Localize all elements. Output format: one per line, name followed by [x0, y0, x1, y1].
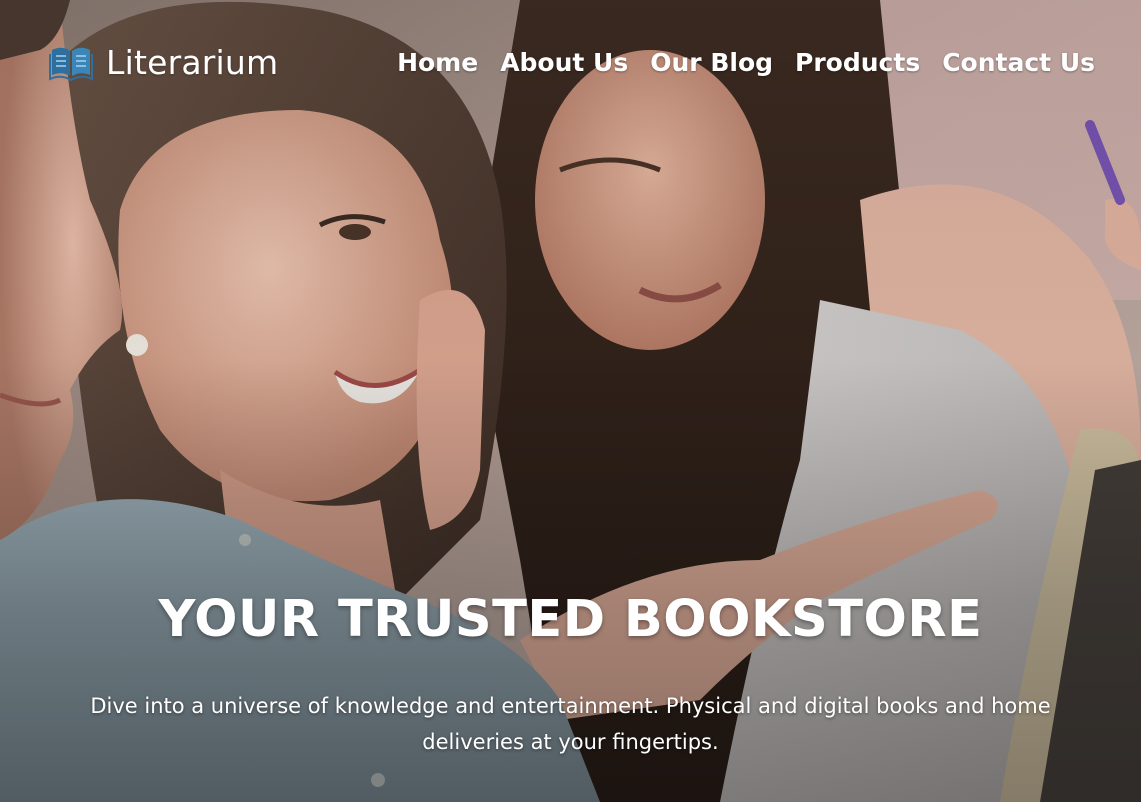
brand[interactable]: Literarium — [48, 38, 278, 86]
open-book-icon — [49, 47, 93, 82]
nav-item-our-blog[interactable]: Our Blog — [650, 48, 773, 77]
brand-name: Literarium — [106, 42, 279, 82]
hero-overlay — [0, 0, 1141, 802]
nav-item-products[interactable]: Products — [795, 48, 920, 77]
nav-item-about-us[interactable]: About Us — [500, 48, 628, 77]
site-header: Literarium Home About Us Our Blog Produc… — [0, 0, 1141, 120]
hero-title: YOUR TRUSTED BOOKSTORE — [158, 590, 983, 649]
main-nav: Home About Us Our Blog Products Contact … — [397, 40, 1095, 84]
nav-item-home[interactable]: Home — [397, 48, 478, 77]
hero-subtitle: Dive into a universe of knowledge and en… — [90, 694, 1051, 754]
nav-item-contact-us[interactable]: Contact Us — [942, 48, 1095, 77]
hero-section: Literarium Home About Us Our Blog Produc… — [0, 0, 1141, 802]
